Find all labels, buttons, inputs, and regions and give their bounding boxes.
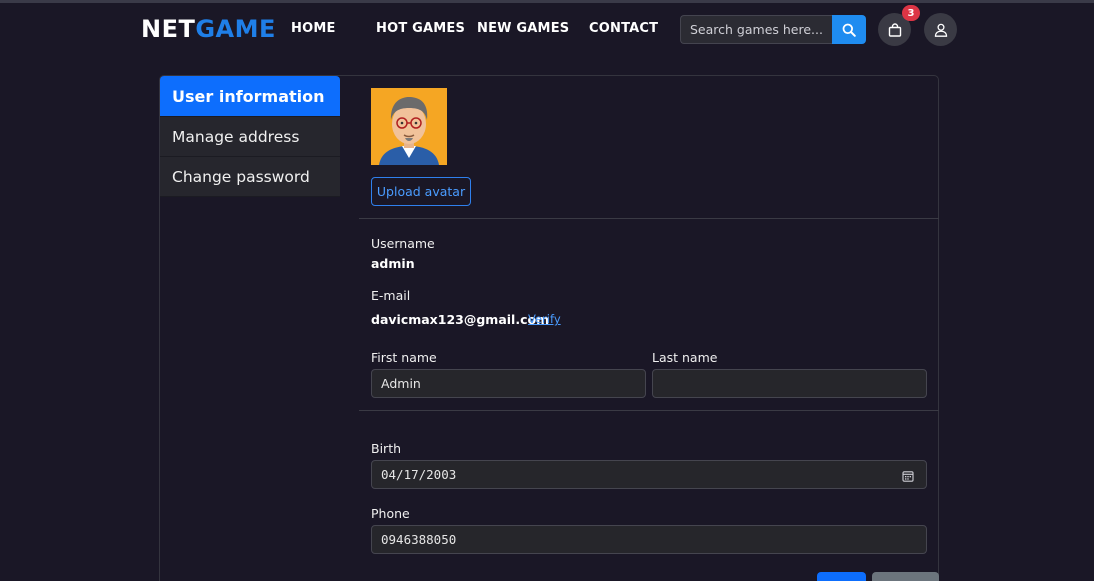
sidebar-item-label: User information	[172, 86, 325, 106]
brand-part-2: GAME	[195, 15, 276, 43]
search-button[interactable]	[832, 15, 866, 44]
section-divider	[359, 410, 939, 411]
avatar	[371, 88, 447, 165]
section-divider	[359, 218, 939, 219]
email-value: davicmax123@gmail.com	[371, 312, 550, 327]
nav-hot-games[interactable]: HOT GAMES	[376, 21, 465, 36]
avatar-illustration	[371, 88, 447, 165]
calendar-icon[interactable]	[902, 467, 914, 486]
account-button[interactable]	[924, 13, 957, 46]
save-button[interactable]	[817, 572, 866, 581]
last-name-field[interactable]	[652, 369, 927, 398]
sidebar-item-label: Change password	[172, 167, 310, 186]
sidebar-item-change-password[interactable]: Change password	[160, 157, 340, 197]
birth-date-field[interactable]	[371, 460, 927, 489]
search-input[interactable]	[680, 15, 832, 44]
brand-logo[interactable]: NETGAME	[141, 15, 276, 43]
nav-home[interactable]: HOME	[291, 21, 336, 36]
last-name-label: Last name	[652, 350, 718, 365]
user-icon	[934, 23, 947, 37]
email-label: E-mail	[371, 288, 411, 303]
upload-avatar-button[interactable]: Upload avatar	[371, 177, 471, 206]
profile-sidebar: User information Manage address Change p…	[160, 76, 340, 197]
top-border	[0, 0, 1094, 3]
cancel-button[interactable]	[872, 572, 939, 581]
search-bar	[680, 15, 866, 44]
nav-new-games[interactable]: NEW GAMES	[477, 21, 569, 36]
verify-email-link[interactable]: Verify	[528, 312, 561, 326]
username-label: Username	[371, 236, 435, 251]
first-name-field[interactable]	[371, 369, 646, 398]
search-icon	[842, 23, 856, 37]
phone-label: Phone	[371, 506, 410, 521]
phone-field[interactable]	[371, 525, 927, 554]
shopping-bag-icon	[888, 22, 901, 37]
username-value: admin	[371, 256, 415, 271]
nav-contact[interactable]: CONTACT	[589, 21, 658, 36]
brand-part-1: NET	[141, 15, 196, 43]
first-name-label: First name	[371, 350, 437, 365]
cart-count-badge: 3	[902, 5, 920, 21]
birth-label: Birth	[371, 441, 402, 456]
sidebar-item-manage-address[interactable]: Manage address	[160, 117, 340, 157]
sidebar-item-label: Manage address	[172, 127, 300, 146]
sidebar-item-user-information[interactable]: User information	[160, 76, 340, 117]
